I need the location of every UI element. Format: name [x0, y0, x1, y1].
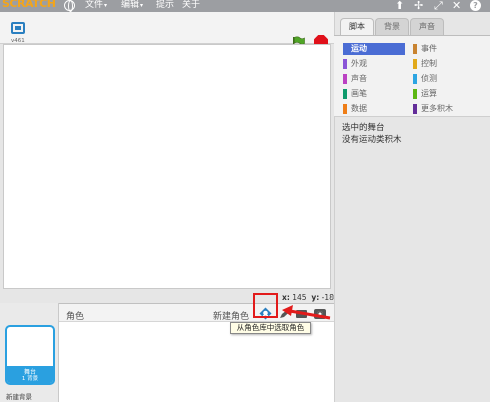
stage-thumb-count: 1 背景 [21, 376, 39, 382]
category-more-blocks[interactable]: 更多积木 [413, 103, 473, 115]
no-blocks-message: 没有运动类积木 [342, 135, 402, 145]
category-swatch [413, 74, 417, 84]
menu-edit[interactable]: 编辑▾ [121, 0, 143, 11]
category-pen[interactable]: 画笔 [343, 88, 405, 100]
category-events[interactable]: 事件 [413, 43, 473, 55]
new-backdrop-label: 新建背景 [6, 393, 32, 401]
stage-header: v461 [0, 12, 334, 49]
block-category-palette: 运动 事件 外观 控制 声音 侦测 画笔 运算 数据 更多积木 [334, 35, 490, 117]
help-icon[interactable]: ? [470, 0, 481, 11]
category-swatch [413, 59, 417, 69]
sprites-title: 角色 [66, 312, 85, 322]
stage-thumbnail[interactable]: 舞台 1 背景 [5, 325, 55, 385]
category-data[interactable]: 数据 [343, 103, 405, 115]
stage-thumb-name: 舞台 [23, 369, 36, 376]
highlight-box [253, 293, 278, 318]
menu-file[interactable]: 文件▾ [85, 0, 107, 11]
tab-scripts[interactable]: 脚本 [340, 18, 374, 35]
menu-bar: SCRATCH 文件▾ 编辑▾ 提示 关于 ⬆ ✢ ⤢ ✕ ? [0, 0, 490, 12]
presentation-mode-icon[interactable] [11, 22, 25, 34]
category-control[interactable]: 控制 [413, 58, 473, 70]
tab-backdrops[interactable]: 背景 [375, 18, 409, 35]
category-swatch [343, 59, 347, 69]
tooltip: 从角色库中选取角色 [230, 322, 311, 334]
block-list: 选中的舞台 没有运动类积木 [342, 122, 482, 146]
scratch-logo[interactable]: SCRATCH [2, 0, 56, 10]
category-sensing[interactable]: 侦测 [413, 73, 473, 85]
category-sound[interactable]: 声音 [343, 73, 405, 85]
grow-icon[interactable]: ⤢ [434, 0, 443, 11]
category-swatch [413, 44, 417, 54]
shrink-icon[interactable]: ✕ [452, 0, 461, 11]
category-operators[interactable]: 运算 [413, 88, 473, 100]
category-swatch [343, 44, 347, 54]
selected-target-label: 选中的舞台 [342, 123, 385, 133]
mouse-coordinates: x: 145 y: -180 [282, 293, 339, 302]
cut-icon[interactable]: ✢ [414, 0, 423, 11]
stage-canvas[interactable] [3, 44, 331, 289]
category-swatch [413, 104, 417, 114]
category-swatch [413, 89, 417, 99]
menu-tips[interactable]: 提示 [156, 0, 174, 11]
language-globe-icon[interactable] [64, 0, 75, 12]
duplicate-icon[interactable]: ⬆ [395, 0, 404, 11]
tab-sounds[interactable]: 声音 [410, 18, 444, 35]
category-swatch [343, 74, 347, 84]
category-swatch [343, 104, 347, 114]
category-motion[interactable]: 运动 [343, 43, 405, 55]
menu-about[interactable]: 关于 [182, 0, 200, 11]
category-looks[interactable]: 外观 [343, 58, 405, 70]
new-sprite-label: 新建角色 [213, 312, 250, 322]
category-swatch [343, 89, 347, 99]
